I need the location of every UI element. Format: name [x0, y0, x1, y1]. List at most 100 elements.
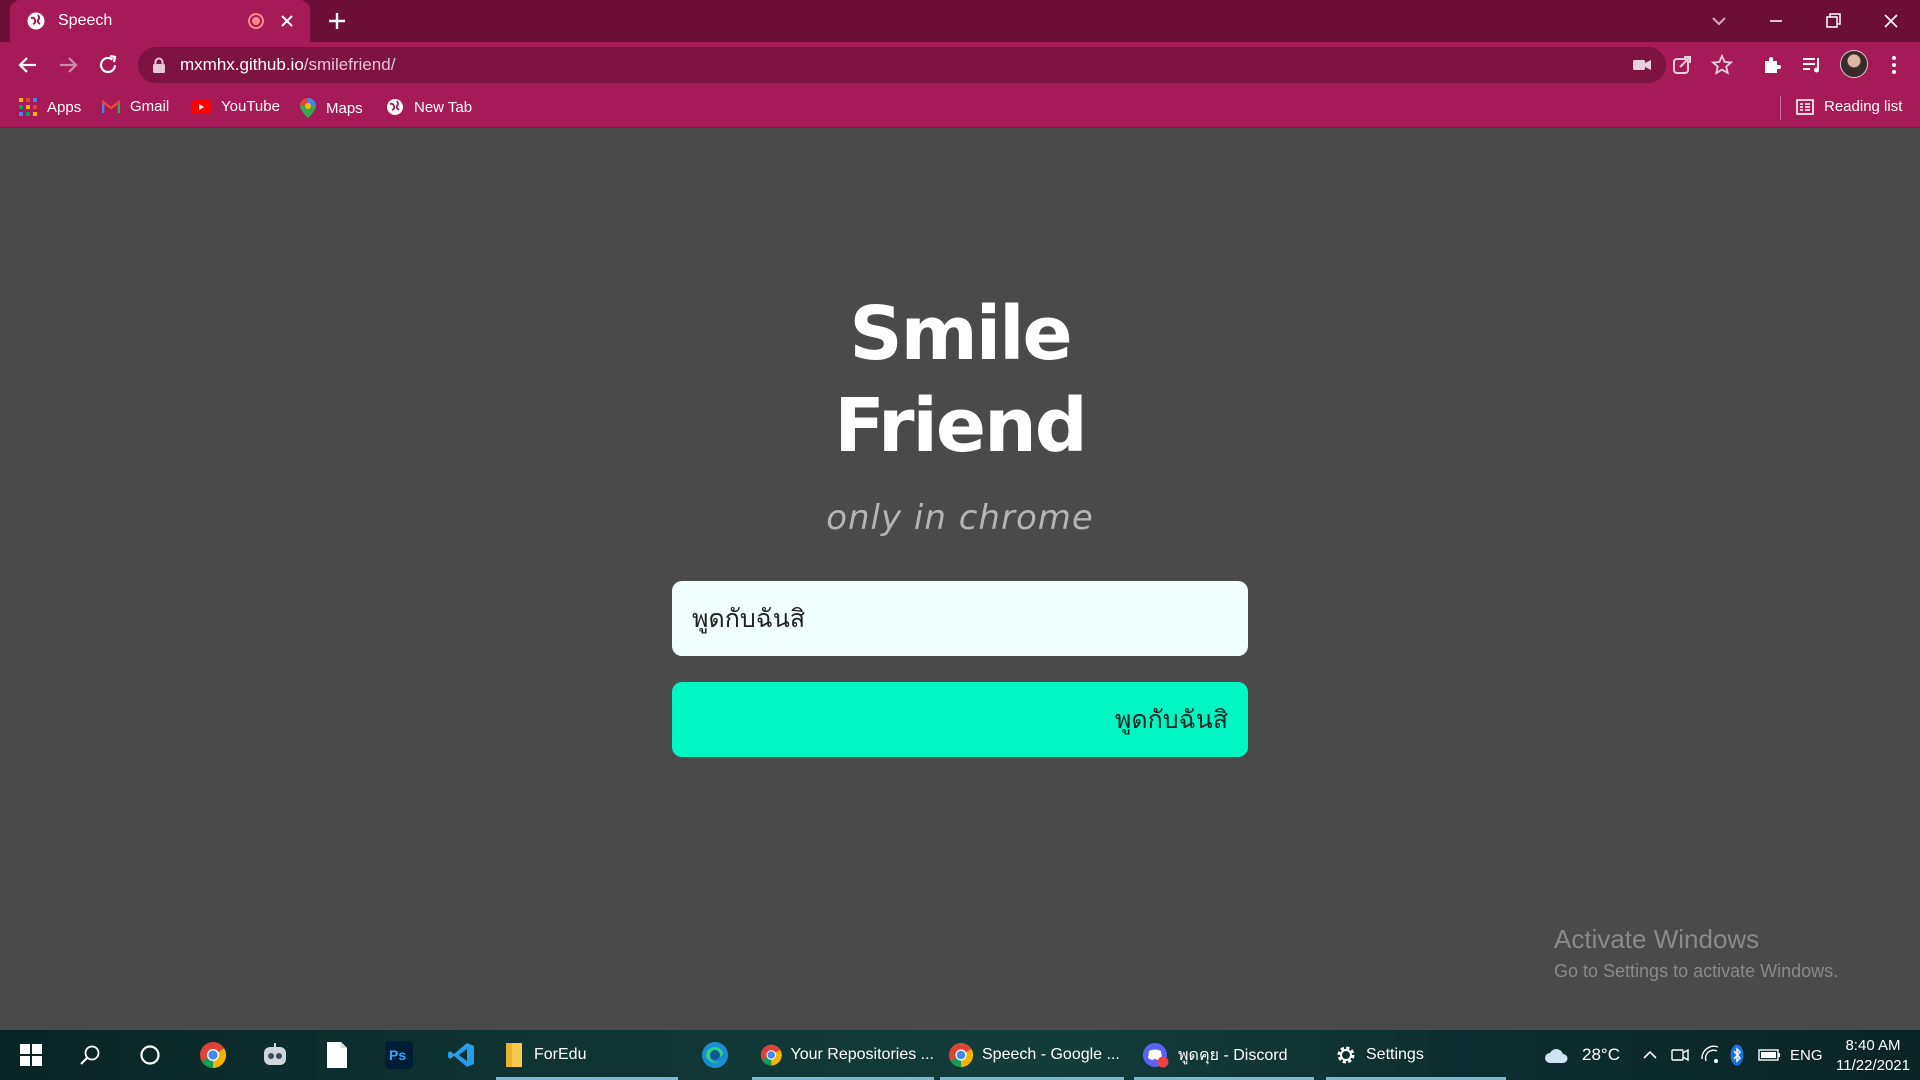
- weather-temperature: 28°C: [1582, 1045, 1620, 1064]
- lock-icon[interactable]: [152, 57, 166, 73]
- chrome-icon: [948, 1042, 974, 1068]
- minimize-icon[interactable]: [1763, 8, 1789, 34]
- windows-logo-icon: [20, 1044, 42, 1066]
- weather-cloud-icon: [1545, 1049, 1568, 1063]
- taskbar-app-label: Your Repositories ...: [790, 1046, 934, 1063]
- taskbar-pinned-vscode[interactable]: [438, 1030, 484, 1080]
- tab-title: Speech: [58, 12, 113, 29]
- battery-icon[interactable]: [1758, 1047, 1782, 1063]
- bookmarks-bar: Apps Gmail YouTube Maps New Tab Reading …: [0, 88, 1920, 128]
- meet-now-icon[interactable]: [1670, 1045, 1690, 1065]
- app-title: Smile Friend: [0, 288, 1920, 472]
- chrome-icon: [760, 1044, 782, 1066]
- camera-in-use-icon[interactable]: [1630, 53, 1654, 77]
- restore-icon[interactable]: [1820, 8, 1846, 34]
- svg-text:Ps: Ps: [389, 1047, 406, 1063]
- input-language[interactable]: ENG: [1790, 1030, 1823, 1080]
- bookmark-maps[interactable]: Maps: [300, 98, 363, 118]
- photoshop-icon: Ps: [385, 1041, 413, 1069]
- bookmark-label: New Tab: [414, 98, 473, 116]
- youtube-icon: [191, 99, 211, 114]
- globe-icon: [27, 12, 45, 30]
- profile-avatar[interactable]: [1840, 50, 1868, 78]
- watermark-subtitle: Go to Settings to activate Windows.: [1554, 961, 1839, 981]
- taskbar-app-chrome-repositories[interactable]: Your Repositories ...: [752, 1030, 934, 1080]
- recording-indicator-icon: [248, 13, 264, 29]
- apps-grid-icon: [19, 98, 37, 116]
- cortana-button[interactable]: [128, 1030, 172, 1080]
- bookmark-label: Maps: [326, 99, 363, 117]
- taskbar-app-label: ForEdu: [534, 1046, 587, 1063]
- app-title-line-2: Friend: [834, 383, 1088, 469]
- reading-list-label: Reading list: [1824, 98, 1903, 115]
- edge-icon: [702, 1042, 728, 1068]
- watermark-title: Activate Windows: [1554, 924, 1760, 954]
- clock-time: 8:40 AM: [1845, 1037, 1901, 1054]
- taskbar-pinned-photoshop[interactable]: Ps: [376, 1030, 422, 1080]
- wifi-icon[interactable]: [1700, 1045, 1720, 1065]
- taskbar-pinned-notepad[interactable]: [314, 1030, 360, 1080]
- page-content: Smile Friend only in chrome พูดกับฉันสิ …: [0, 128, 1920, 1030]
- taskbar-pinned-edge[interactable]: [690, 1030, 740, 1080]
- globe-icon: [387, 99, 403, 115]
- reading-list-button[interactable]: Reading list: [1796, 98, 1902, 115]
- bookmark-star-icon[interactable]: [1710, 53, 1734, 77]
- bookmark-youtube[interactable]: YouTube: [191, 98, 280, 115]
- url-text: mxmhx.github.io/smilefriend/: [180, 55, 395, 75]
- search-icon: [80, 1045, 100, 1065]
- reading-list-icon: [1796, 98, 1814, 115]
- chrome-icon: [200, 1042, 227, 1069]
- close-window-icon[interactable]: [1878, 8, 1904, 34]
- taskbar-app-discord[interactable]: พูดคุย - Discord: [1134, 1030, 1314, 1080]
- url-host: mxmhx.github.io: [180, 55, 304, 74]
- reload-icon[interactable]: [96, 53, 120, 77]
- bookmark-new-tab[interactable]: New Tab: [386, 98, 472, 116]
- tab-search-icon[interactable]: [1706, 8, 1732, 34]
- bookmark-gmail[interactable]: Gmail: [102, 98, 169, 115]
- chevron-up-icon[interactable]: [1641, 1047, 1659, 1063]
- taskbar-app-chrome-speech[interactable]: Speech - Google ...: [940, 1030, 1124, 1080]
- system-clock[interactable]: 8:40 AM 11/22/2021: [1828, 1036, 1918, 1076]
- app-title-line-1: Smile: [849, 291, 1072, 377]
- bookmarks-divider: [1780, 96, 1781, 120]
- windows-taskbar: Ps ForEdu Your Repositories ... Speech -…: [0, 1030, 1920, 1080]
- more-menu-icon[interactable]: [1882, 53, 1906, 77]
- taskbar-pinned-chrome[interactable]: [190, 1030, 236, 1080]
- activate-windows-watermark: Activate Windows Go to Settings to activ…: [1554, 924, 1838, 982]
- document-icon: [327, 1042, 347, 1068]
- taskbar-app-label: พูดคุย - Discord: [1178, 1046, 1288, 1064]
- gear-icon: [1337, 1046, 1355, 1064]
- close-tab-icon[interactable]: [278, 12, 296, 30]
- speak-button[interactable]: พูดกับฉันสิ: [672, 682, 1248, 757]
- share-icon[interactable]: [1670, 53, 1694, 77]
- cortana-circle-icon: [140, 1045, 160, 1065]
- bookmark-apps[interactable]: Apps: [19, 98, 81, 116]
- url-path: /smilefriend/: [303, 55, 396, 74]
- robot-app-icon: [264, 1043, 286, 1065]
- new-tab-icon[interactable]: [326, 10, 348, 32]
- extensions-puzzle-icon[interactable]: [1760, 53, 1784, 77]
- browser-toolbar: mxmhx.github.io/smilefriend/: [0, 42, 1920, 88]
- bookmark-label: YouTube: [221, 98, 280, 115]
- media-control-icon[interactable]: [1800, 53, 1824, 77]
- bookmark-label: Gmail: [130, 98, 170, 115]
- weather-widget[interactable]: 28°C: [1544, 1030, 1620, 1080]
- back-arrow-icon[interactable]: [16, 53, 40, 77]
- bookmark-label: Apps: [47, 98, 82, 116]
- address-bar[interactable]: mxmhx.github.io/smilefriend/: [138, 47, 1666, 83]
- maps-icon: [300, 98, 316, 118]
- taskbar-app-label: Speech - Google ...: [982, 1046, 1120, 1063]
- clock-date: 11/22/2021: [1836, 1057, 1910, 1074]
- bluetooth-icon[interactable]: [1730, 1044, 1744, 1066]
- taskbar-pinned-app[interactable]: [252, 1030, 298, 1080]
- taskbar-app-foredu[interactable]: ForEdu: [496, 1030, 678, 1080]
- search-button[interactable]: [68, 1030, 112, 1080]
- taskbar-app-settings[interactable]: Settings: [1326, 1030, 1506, 1080]
- speech-text-input[interactable]: [672, 581, 1248, 656]
- browser-tab-strip: Speech: [0, 0, 1920, 42]
- taskbar-app-label: Settings: [1366, 1046, 1424, 1063]
- browser-tab-speech[interactable]: Speech: [10, 0, 310, 42]
- vscode-icon: [448, 1043, 474, 1067]
- start-button[interactable]: [10, 1030, 52, 1080]
- forward-arrow-icon[interactable]: [56, 53, 80, 77]
